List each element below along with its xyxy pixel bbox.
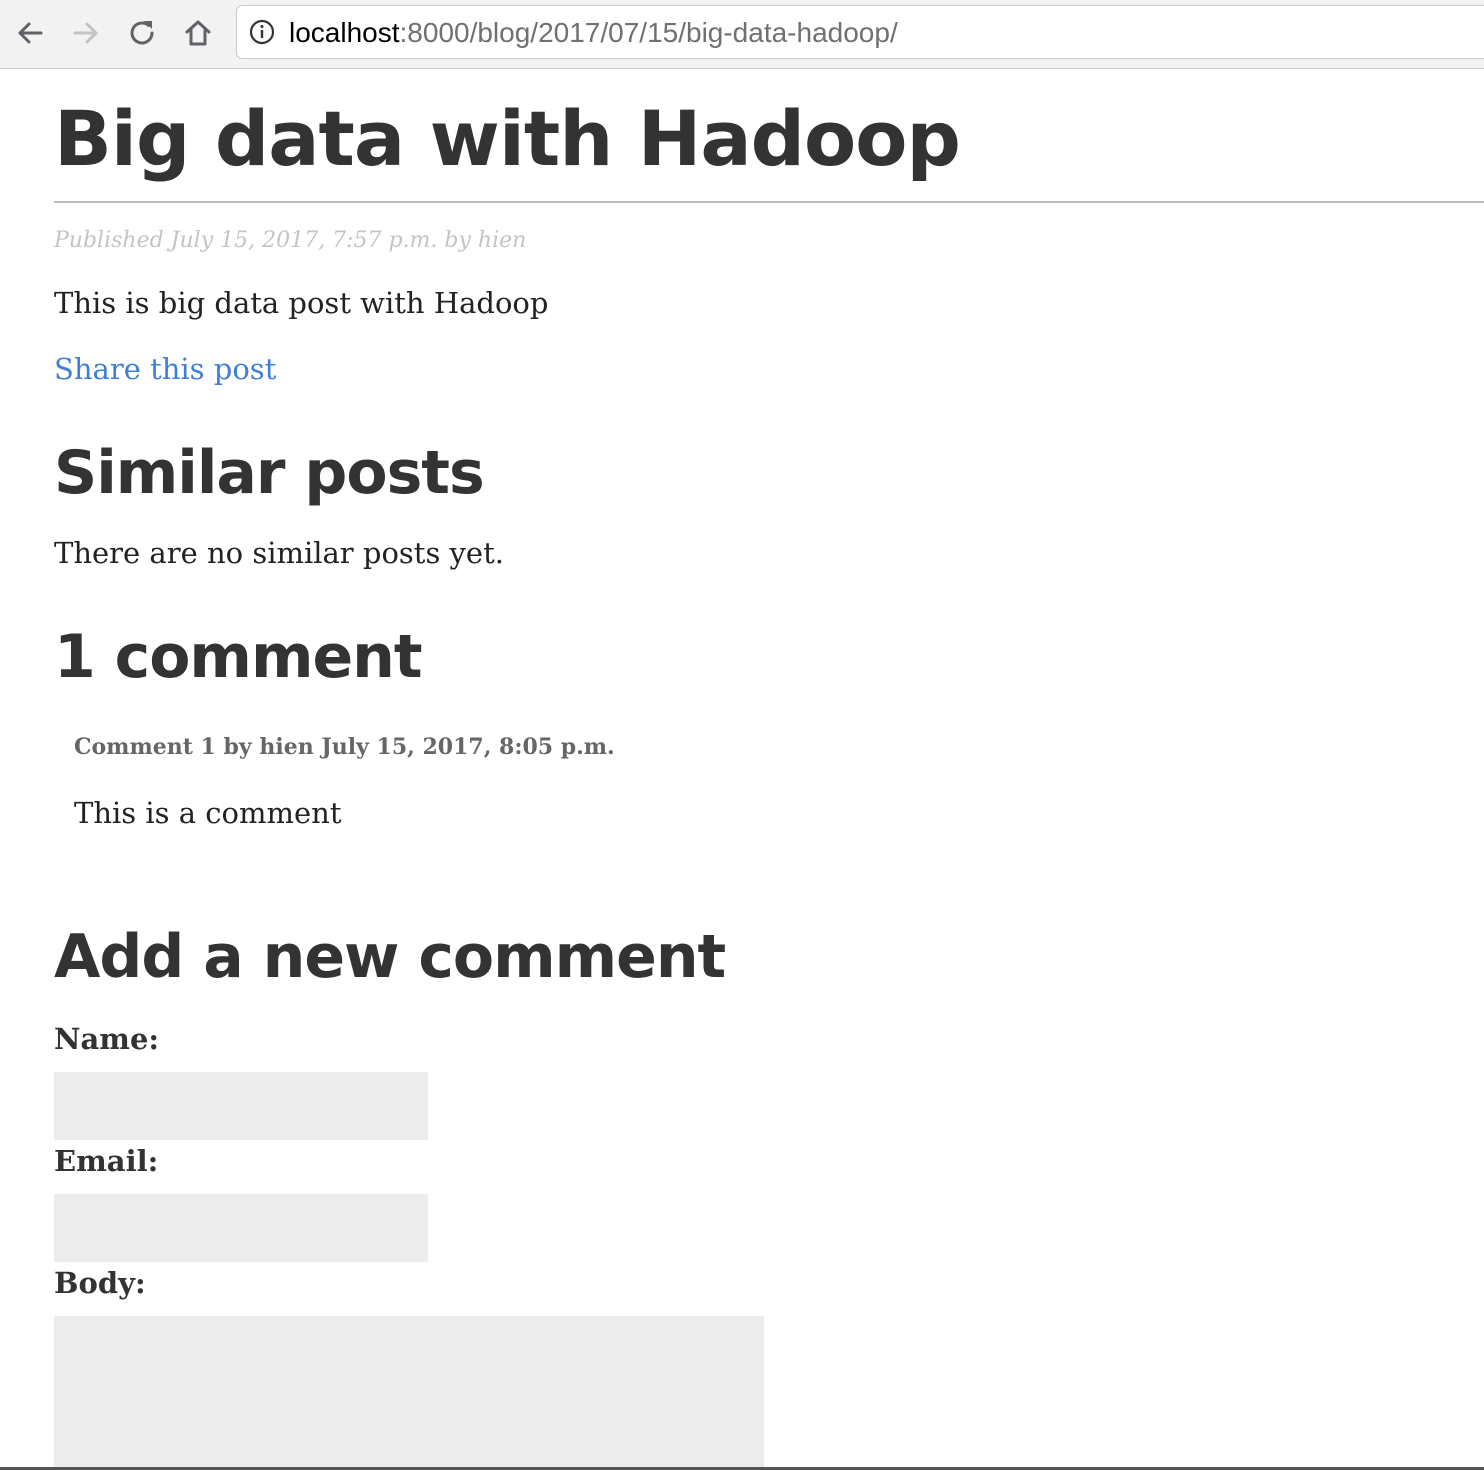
add-comment-heading: Add a new comment: [54, 922, 726, 992]
browser-toolbar: localhost:8000/blog/2017/07/15/big-data-…: [0, 0, 1484, 69]
reload-button[interactable]: [122, 13, 162, 53]
info-icon[interactable]: [249, 19, 275, 45]
post-title: Big data with Hadoop: [54, 94, 961, 183]
title-divider: [54, 201, 1484, 203]
comment-info: Comment 1 by hien July 15, 2017, 8:05 p.…: [74, 734, 615, 760]
post-meta: Published July 15, 2017, 7:57 p.m. by hi…: [54, 228, 527, 253]
share-post-link[interactable]: Share this post: [54, 351, 276, 387]
url-text[interactable]: localhost:8000/blog/2017/07/15/big-data-…: [289, 17, 898, 49]
post-body: This is big data post with Hadoop: [54, 286, 549, 320]
arrow-right-icon: [73, 22, 98, 44]
similar-posts-empty: There are no similar posts yet.: [54, 536, 504, 570]
home-icon: [185, 20, 211, 46]
back-button[interactable]: [10, 13, 50, 53]
email-label: Email:: [54, 1144, 159, 1178]
email-field[interactable]: [54, 1194, 428, 1262]
arrow-left-icon: [18, 22, 43, 44]
similar-posts-heading: Similar posts: [54, 438, 485, 508]
url-path: :8000/blog/2017/07/15/big-data-hadoop/: [399, 17, 898, 48]
forward-button[interactable]: [66, 13, 106, 53]
home-button[interactable]: [178, 13, 218, 53]
body-textarea[interactable]: [54, 1316, 764, 1470]
name-label: Name:: [54, 1022, 160, 1056]
address-bar[interactable]: localhost:8000/blog/2017/07/15/big-data-…: [236, 5, 1484, 59]
comments-heading: 1 comment: [54, 622, 423, 692]
reload-icon: [130, 21, 154, 45]
body-label: Body:: [54, 1266, 146, 1300]
name-field[interactable]: [54, 1072, 428, 1140]
comment-body: This is a comment: [74, 796, 342, 830]
url-host: localhost: [289, 17, 400, 48]
